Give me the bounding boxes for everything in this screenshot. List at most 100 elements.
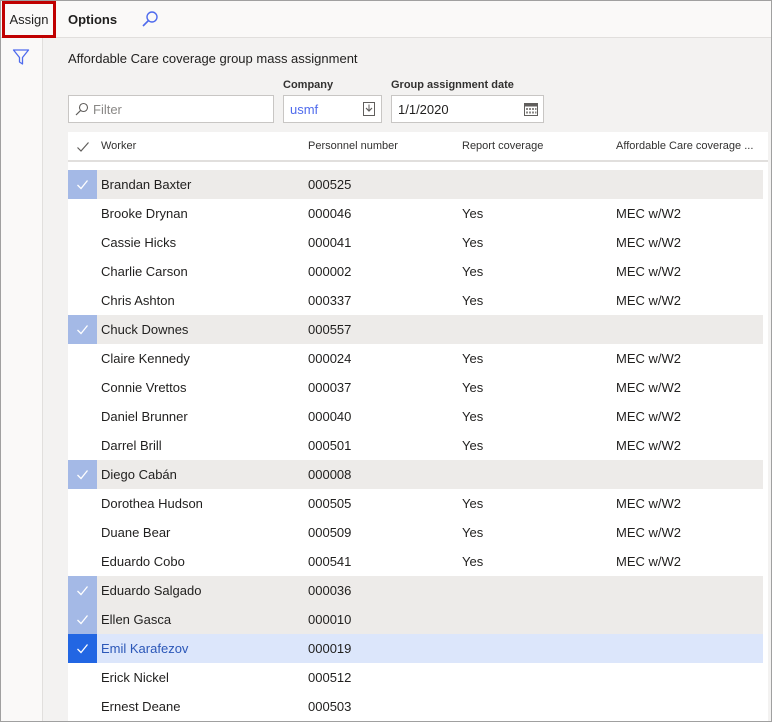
personnel-number-cell: 000040	[308, 409, 352, 424]
grid-header: Worker Personnel number Report coverage …	[68, 132, 768, 162]
company-value: usmf	[290, 102, 319, 117]
table-row[interactable]: Charlie Carson 000002 Yes MEC w/W2	[68, 257, 763, 286]
table-row[interactable]: Eduardo Cobo 000541 Yes MEC w/W2	[68, 547, 763, 576]
table-row[interactable]: Dorothea Hudson 000505 Yes MEC w/W2	[68, 489, 763, 518]
table-row[interactable]: Daniel Brunner 000040 Yes MEC w/W2	[68, 402, 763, 431]
company-label: Company	[283, 79, 334, 91]
action-pane: Assign Options	[1, 1, 771, 38]
table-row[interactable]: Chuck Downes 000557	[68, 315, 763, 344]
date-label: Group assignment date	[391, 79, 514, 91]
worker-cell: Darrel Brill	[101, 438, 162, 453]
worker-cell: Daniel Brunner	[101, 409, 188, 424]
table-row[interactable]: Darrel Brill 000501 Yes MEC w/W2	[68, 431, 763, 460]
report-coverage-cell: Yes	[462, 380, 484, 395]
worker-cell: Brooke Drynan	[101, 206, 188, 221]
search-icon	[75, 102, 89, 116]
workers-grid: Worker Personnel number Report coverage …	[68, 132, 768, 721]
options-button[interactable]: Options	[68, 1, 117, 38]
table-row[interactable]: Connie Vrettos 000037 Yes MEC w/W2	[68, 373, 763, 402]
table-row[interactable]: Cassie Hicks 000041 Yes MEC w/W2	[68, 228, 763, 257]
row-checkbox[interactable]	[68, 576, 97, 605]
table-row[interactable]: Eduardo Salgado 000036	[68, 576, 763, 605]
checkmark-icon	[77, 644, 89, 654]
personnel-number-cell: 000041	[308, 235, 352, 250]
checkmark-icon	[77, 615, 89, 625]
column-header-personnel-number[interactable]: Personnel number	[308, 140, 398, 152]
affordable-care-coverage-cell: MEC w/W2	[616, 438, 681, 453]
checkmark-icon	[77, 586, 89, 596]
row-checkbox[interactable]	[68, 286, 97, 315]
report-coverage-cell: Yes	[462, 409, 484, 424]
personnel-number-cell: 000509	[308, 525, 352, 540]
table-row[interactable]: Erick Nickel 000512	[68, 663, 763, 692]
grid-rows: Brandan Baxter 000525 Brooke Drynan 000046 Y…	[68, 170, 763, 721]
row-checkbox[interactable]	[68, 489, 97, 518]
worker-cell: Duane Bear	[101, 525, 171, 540]
row-checkbox[interactable]	[68, 431, 97, 460]
row-checkbox[interactable]	[68, 634, 97, 663]
table-row[interactable]: Claire Kennedy 000024 Yes MEC w/W2	[68, 344, 763, 373]
table-row[interactable]: Duane Bear 000509 Yes MEC w/W2	[68, 518, 763, 547]
date-value: 1/1/2020	[398, 102, 449, 117]
checkmark-icon	[77, 180, 89, 190]
column-header-report-coverage[interactable]: Report coverage	[462, 140, 543, 152]
row-checkbox[interactable]	[68, 547, 97, 576]
personnel-number-cell: 000019	[308, 641, 352, 656]
affordable-care-coverage-cell: MEC w/W2	[616, 409, 681, 424]
personnel-number-cell: 000337	[308, 293, 352, 308]
row-checkbox[interactable]	[68, 170, 97, 199]
row-checkbox[interactable]	[68, 344, 97, 373]
dropdown-icon[interactable]	[363, 102, 375, 116]
filter-icon[interactable]	[12, 48, 30, 66]
calendar-icon[interactable]	[524, 102, 538, 116]
affordable-care-coverage-cell: MEC w/W2	[616, 235, 681, 250]
row-checkbox[interactable]	[68, 228, 97, 257]
date-field[interactable]: 1/1/2020	[391, 95, 544, 123]
table-row[interactable]: Ellen Gasca 000010	[68, 605, 763, 634]
worker-cell: Chuck Downes	[101, 322, 189, 337]
worker-cell: Chris Ashton	[101, 293, 175, 308]
worker-cell: Ernest Deane	[101, 699, 181, 714]
checkmark-icon	[77, 325, 89, 335]
worker-cell: Ellen Gasca	[101, 612, 172, 627]
report-coverage-cell: Yes	[462, 496, 484, 511]
left-rail	[1, 38, 43, 721]
personnel-number-cell: 000037	[308, 380, 352, 395]
row-checkbox[interactable]	[68, 315, 97, 344]
personnel-number-cell: 000503	[308, 699, 352, 714]
report-coverage-cell: Yes	[462, 525, 484, 540]
row-checkbox[interactable]	[68, 373, 97, 402]
table-row[interactable]: Emil Karafezov 000019	[68, 634, 763, 663]
row-checkbox[interactable]	[68, 460, 97, 489]
row-checkbox[interactable]	[68, 663, 97, 692]
worker-cell: Connie Vrettos	[101, 380, 187, 395]
row-checkbox[interactable]	[68, 692, 97, 721]
affordable-care-coverage-cell: MEC w/W2	[616, 351, 681, 366]
filter-input[interactable]: Filter	[68, 95, 274, 123]
worker-cell: Brandan Baxter	[101, 177, 192, 192]
search-icon[interactable]	[141, 10, 159, 28]
personnel-number-cell: 000002	[308, 264, 352, 279]
table-row[interactable]: Brooke Drynan 000046 Yes MEC w/W2	[68, 199, 763, 228]
report-coverage-cell: Yes	[462, 235, 484, 250]
table-row[interactable]: Brandan Baxter 000525	[68, 170, 763, 199]
column-header-worker[interactable]: Worker	[101, 140, 136, 152]
personnel-number-cell: 000512	[308, 670, 352, 685]
row-checkbox[interactable]	[68, 257, 97, 286]
select-all-checkmark-icon[interactable]	[76, 140, 90, 154]
row-checkbox[interactable]	[68, 402, 97, 431]
row-checkbox[interactable]	[68, 605, 97, 634]
personnel-number-cell: 000541	[308, 554, 352, 569]
personnel-number-cell: 000501	[308, 438, 352, 453]
table-row[interactable]: Chris Ashton 000337 Yes MEC w/W2	[68, 286, 763, 315]
row-checkbox[interactable]	[68, 199, 97, 228]
app-window: Assign Options Affordable Care coverage …	[0, 0, 772, 722]
worker-cell: Dorothea Hudson	[101, 496, 203, 511]
table-row[interactable]: Ernest Deane 000503	[68, 692, 763, 721]
company-field[interactable]: usmf	[283, 95, 382, 123]
worker-cell: Erick Nickel	[101, 670, 169, 685]
row-checkbox[interactable]	[68, 518, 97, 547]
column-header-affordable-care-coverage[interactable]: Affordable Care coverage ...	[616, 140, 753, 152]
table-row[interactable]: Diego Cabán 000008	[68, 460, 763, 489]
assign-button[interactable]: Assign	[2, 1, 56, 38]
